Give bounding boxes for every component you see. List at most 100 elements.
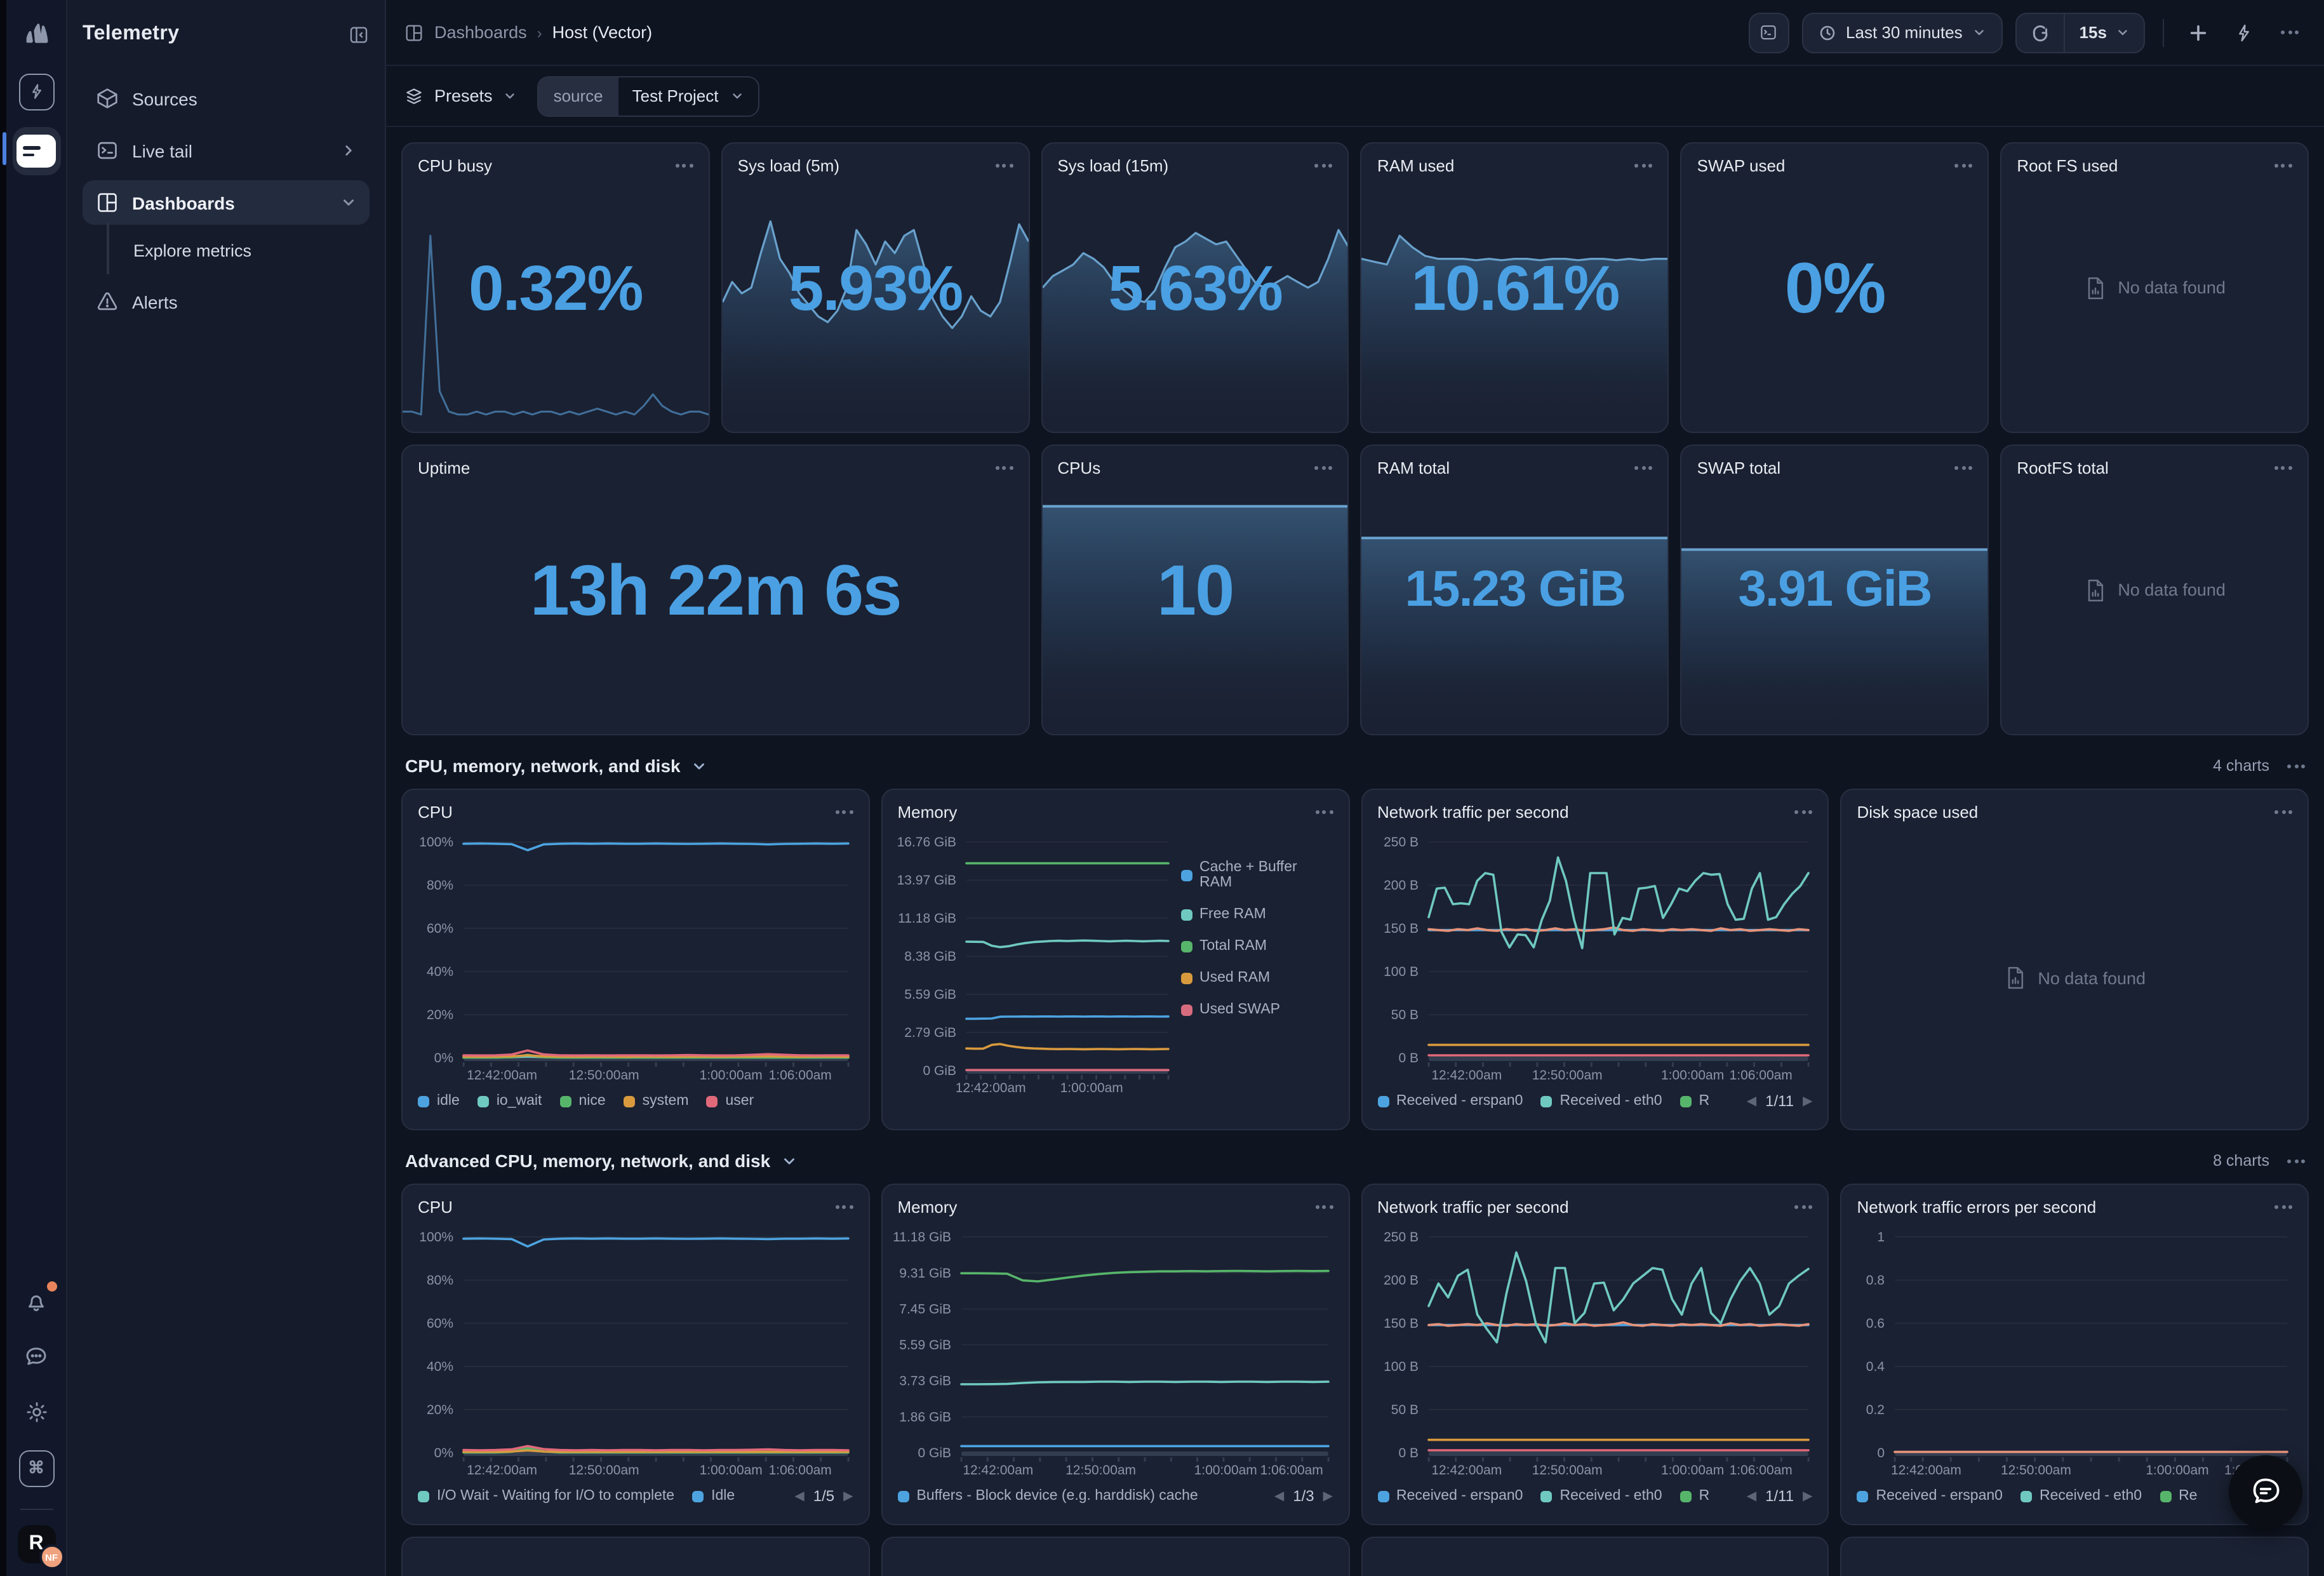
card-menu-button[interactable]: [836, 805, 853, 819]
legend-item[interactable]: Cache + Buffer RAM: [1180, 860, 1333, 890]
card-menu-button[interactable]: [836, 1200, 853, 1214]
legend-label: Cache + Buffer RAM: [1199, 860, 1333, 890]
sidebar-item-explore-metrics[interactable]: Explore metrics: [83, 230, 370, 272]
legend-item[interactable]: Received - eth0: [1540, 1488, 1662, 1504]
chart-canvas: 0 GiB1.86 GiB3.73 GiB5.59 GiB7.45 GiB9.3…: [890, 1222, 1341, 1478]
card-header: Memory: [883, 1185, 1349, 1222]
chart-card-network-traffic-per-second: Network traffic per second0 B50 B100 B15…: [1361, 789, 1829, 1130]
card-menu-button[interactable]: [1315, 805, 1333, 819]
card-menu-button[interactable]: [995, 461, 1013, 475]
legend-item[interactable]: idle: [418, 1093, 460, 1109]
legend-item[interactable]: Received - eth0: [2020, 1488, 2142, 1504]
notifications-bell-icon[interactable]: [18, 1283, 54, 1318]
chart-card-cpu: CPU0%20%40%60%80%100%12:42:00am12:50:00a…: [401, 789, 870, 1130]
svg-text:12:50:00am: 12:50:00am: [1532, 1068, 1602, 1083]
card-menu-button[interactable]: [2274, 461, 2292, 475]
card-header: Network traffic errors per second: [1842, 1185, 2308, 1222]
legend-item[interactable]: Free RAM: [1180, 907, 1333, 922]
legend-item[interactable]: Used RAM: [1180, 970, 1333, 985]
breadcrumb-dashboards[interactable]: Dashboards: [434, 23, 527, 42]
workspace-logo[interactable]: R NF: [17, 1525, 55, 1563]
legend-item[interactable]: Received - erspan0: [1377, 1093, 1523, 1109]
collapse-sidebar-icon[interactable]: [348, 23, 370, 45]
legend-item[interactable]: user: [707, 1093, 754, 1109]
presets-dropdown[interactable]: Presets: [404, 86, 517, 106]
legend-item[interactable]: Used SWAP: [1180, 1002, 1333, 1017]
sidebar-item-label: Live tail: [132, 140, 192, 161]
legend-item[interactable]: Received - erspan0: [1857, 1488, 2003, 1504]
legend-item[interactable]: Re: [2160, 1488, 2197, 1504]
pager-prev-icon[interactable]: ◀: [794, 1489, 804, 1503]
card-menu-button[interactable]: [2287, 1154, 2305, 1168]
svg-text:20%: 20%: [427, 1403, 453, 1417]
legend-item[interactable]: R: [1680, 1093, 1710, 1109]
source-filter[interactable]: source Test Project: [537, 76, 759, 116]
section-collapse-icon[interactable]: [691, 758, 707, 774]
legend-swatch: [707, 1095, 718, 1107]
card-title: Memory: [898, 803, 958, 822]
refresh-interval-dropdown[interactable]: 15s: [2066, 13, 2144, 51]
legend-item[interactable]: Total RAM: [1180, 938, 1333, 954]
refresh-button[interactable]: [2017, 13, 2064, 51]
card-menu-button[interactable]: [2274, 159, 2292, 173]
card-menu-button[interactable]: [1315, 159, 1333, 173]
card-menu-button[interactable]: [1315, 461, 1333, 475]
feedback-chat-icon[interactable]: [18, 1339, 54, 1374]
legend-item[interactable]: nice: [559, 1093, 605, 1109]
more-options-button[interactable]: [2273, 16, 2306, 49]
time-range-dropdown[interactable]: Last 30 minutes: [1801, 12, 2003, 53]
card-menu-button[interactable]: [2274, 805, 2292, 819]
card-menu-button[interactable]: [1954, 159, 1972, 173]
chart-body: 00.20.40.60.8112:42:00am12:50:00am1:00:0…: [1842, 1222, 2308, 1478]
card-menu-button[interactable]: [676, 159, 693, 173]
card-menu-button[interactable]: [1795, 805, 1813, 819]
legend-item[interactable]: Received - eth0: [1540, 1093, 1662, 1109]
sidebar-item-live-tail[interactable]: Live tail: [83, 128, 370, 173]
legend-item[interactable]: R: [1680, 1488, 1710, 1504]
card-menu-button[interactable]: [2287, 759, 2305, 773]
stat-value: 5.93%: [723, 144, 1029, 432]
legend-item[interactable]: I/O Wait - Waiting for I/O to complete: [418, 1488, 674, 1504]
rail-telemetry-selected-icon[interactable]: [12, 127, 60, 175]
card-menu-button[interactable]: [2274, 1200, 2292, 1214]
pager-prev-icon[interactable]: ◀: [1747, 1094, 1756, 1108]
legend-label: Used SWAP: [1199, 1002, 1280, 1017]
legend-item[interactable]: Received - erspan0: [1377, 1488, 1523, 1504]
quick-actions-bolt-button[interactable]: [2227, 16, 2261, 49]
command-menu-icon[interactable]: ⌘: [18, 1450, 54, 1486]
card-menu-button[interactable]: [1954, 461, 1972, 475]
support-chat-fab[interactable]: [2229, 1455, 2302, 1529]
card-menu-button[interactable]: [1635, 159, 1653, 173]
card-menu-button[interactable]: [1795, 1200, 1813, 1214]
card-menu-button[interactable]: [1315, 1200, 1333, 1214]
legend-item[interactable]: system: [624, 1093, 689, 1109]
pager-prev-icon[interactable]: ◀: [1274, 1489, 1284, 1503]
sidebar-item-dashboards[interactable]: Dashboards: [83, 180, 370, 225]
legend-label: idle: [437, 1093, 460, 1109]
pager-next-icon[interactable]: ▶: [843, 1489, 853, 1503]
pager-next-icon[interactable]: ▶: [1323, 1489, 1333, 1503]
pager-next-icon[interactable]: ▶: [1803, 1094, 1812, 1108]
card-title: SWAP used: [1697, 156, 1786, 175]
theme-sun-icon[interactable]: [18, 1394, 54, 1430]
sidebar-item-sources[interactable]: Sources: [83, 76, 370, 121]
pager-prev-icon[interactable]: ◀: [1747, 1489, 1756, 1503]
pager-label: 1/11: [1765, 1487, 1794, 1505]
card-menu-button[interactable]: [1635, 461, 1653, 475]
legend-item[interactable]: io_wait: [477, 1093, 542, 1109]
breadcrumb-current: Host (Vector): [552, 23, 653, 42]
legend-item[interactable]: Idle: [692, 1488, 735, 1504]
svg-text:12:42:00am: 12:42:00am: [467, 1068, 537, 1083]
brand-logo-icon[interactable]: [18, 18, 54, 53]
pager-next-icon[interactable]: ▶: [1803, 1489, 1812, 1503]
rail-bolt-icon[interactable]: [18, 74, 54, 109]
section-collapse-icon[interactable]: [780, 1152, 797, 1169]
card-title: RootFS total: [2017, 458, 2109, 477]
svg-text:0 GiB: 0 GiB: [923, 1064, 956, 1078]
sidebar-item-alerts[interactable]: Alerts: [83, 279, 370, 324]
panel-toggle-button[interactable]: [1748, 12, 1789, 53]
card-title: Memory: [898, 1198, 958, 1217]
legend-item[interactable]: Buffers - Block device (e.g. harddisk) c…: [898, 1488, 1198, 1504]
add-panel-button[interactable]: [2182, 16, 2215, 49]
card-menu-button[interactable]: [995, 159, 1013, 173]
